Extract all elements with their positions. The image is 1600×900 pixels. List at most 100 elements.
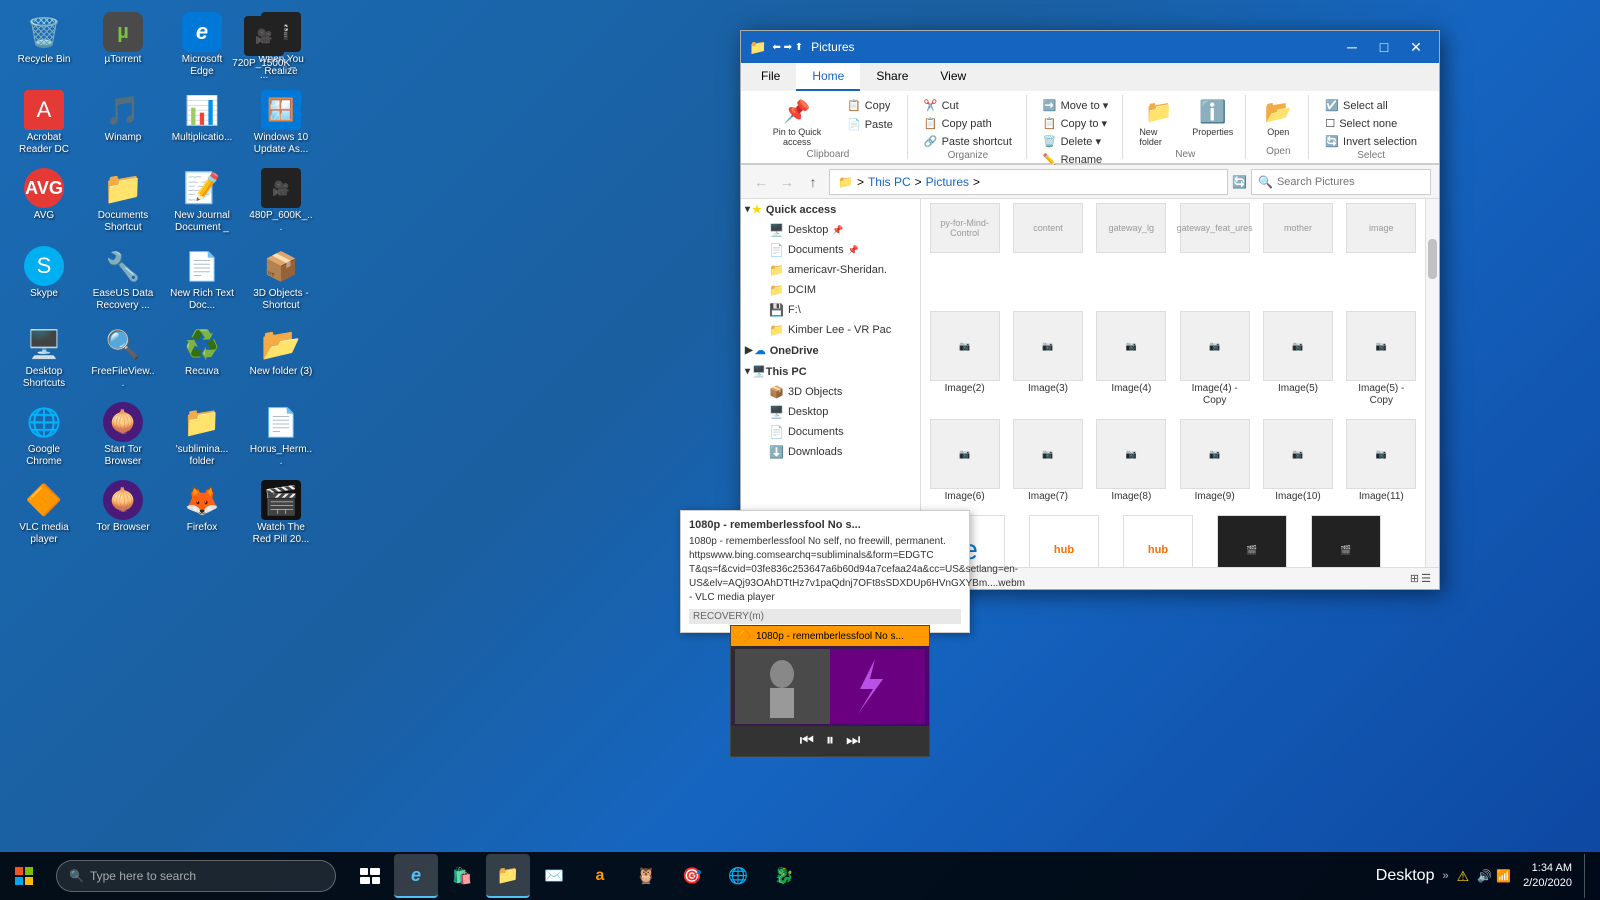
paste-button[interactable]: 📄 Paste [841,116,899,133]
desktop-icon-winamp[interactable]: 🎵 Winamp [87,86,159,160]
desktop-icon-easeus[interactable]: 🔧 EaseUS Data Recovery ... [87,242,159,316]
desktop-icon-firefox[interactable]: 🦊 Firefox [166,476,238,550]
desktop-icon-watch-red-pill[interactable]: 🎬 Watch The Red Pill 20... [245,476,317,550]
file-item-modelhub[interactable]: hub modelhub_logo_1 [1113,511,1203,567]
file-item-modelhub-copy[interactable]: hub modelhub_logo_1 - Copy [1019,511,1109,567]
nav-documents-pc[interactable]: 📄 Documents [741,422,920,442]
invert-selection-button[interactable]: 🔄 Invert selection [1319,133,1423,150]
file-item-partial4[interactable]: gateway_feat_ures [1175,203,1254,303]
desktop-icon-vlc[interactable]: 🔶 VLC media player [8,476,80,550]
taskbar-amazon[interactable]: a [578,854,622,898]
desktop-icon-documents-shortcut[interactable]: 📁 Documents Shortcut [87,164,159,238]
volume-icon[interactable]: 🔊 [1477,869,1492,883]
vlc-play-pause-button[interactable]: ⏸ [826,732,834,750]
file-item-partial6[interactable]: image [1342,203,1421,303]
vertical-scrollbar[interactable] [1425,199,1439,567]
copy-to-button[interactable]: 📋 Copy to ▾ [1037,115,1113,132]
file-item-img9[interactable]: 📷 Image(9) [1175,415,1254,507]
copy-path-button[interactable]: 📋 Copy path [918,115,998,132]
maximize-button[interactable]: □ [1369,37,1399,57]
file-item-img4-copy[interactable]: 📷 Image(4) - Copy [1175,307,1254,411]
desktop-icon-new-journal[interactable]: 📝 New Journal Document _ [166,164,238,238]
file-item-img10[interactable]: 📷 Image(10) [1258,415,1337,507]
file-item-img3[interactable]: 📷 Image(3) [1008,307,1087,411]
desktop-icon-utorrent[interactable]: µ µTorrent [87,8,159,82]
paste-shortcut-button[interactable]: 🔗 Paste shortcut [918,133,1018,150]
nav-desktop-pc[interactable]: 🖥️ Desktop [741,402,920,422]
file-item-img7[interactable]: 📷 Image(7) [1008,415,1087,507]
taskbar-search-box[interactable]: 🔍 [56,860,336,892]
copy-button[interactable]: 📋 Copy [841,97,899,114]
taskbar-app1[interactable]: 🎯 [670,854,714,898]
nav-desktop[interactable]: 🖥️ Desktop 📌 [741,220,920,240]
taskbar-app2[interactable]: 🌐 [716,854,760,898]
properties-button[interactable]: ℹ️ Properties [1188,97,1237,139]
file-item-img5-copy[interactable]: 📷 Image(5) - Copy [1342,307,1421,411]
file-item-partial3[interactable]: gateway_lg [1092,203,1171,303]
file-item-partial2[interactable]: content [1008,203,1087,303]
tab-file[interactable]: File [745,63,796,91]
task-view-button[interactable] [348,854,392,898]
nav-kimber-lee[interactable]: 📁 Kimber Lee - VR Pac [741,320,920,340]
file-item-img8[interactable]: 📷 Image(8) [1092,415,1171,507]
nav-americavr[interactable]: 📁 americavr-Sheridan. [741,260,920,280]
move-to-button[interactable]: ➡️ Move to ▾ [1037,97,1114,114]
desktop-icon-recycle-bin[interactable]: 🗑️ Recycle Bin [8,8,80,82]
taskbar-store[interactable]: 🛍️ [440,854,484,898]
notification-icon[interactable]: ⚠ [1457,868,1470,885]
taskbar-time[interactable]: 1:34 AM 2/20/2020 [1515,861,1580,892]
tab-view[interactable]: View [924,63,982,91]
file-item-img5[interactable]: 📷 Image(5) [1258,307,1337,411]
taskbar-explorer[interactable]: 📁 [486,854,530,898]
file-item-img6[interactable]: 📷 Image(6) [925,415,1004,507]
onedrive-header[interactable]: ▶ ☁ OneDrive [741,340,920,361]
nav-3d-objects[interactable]: 📦 3D Objects [741,382,920,402]
tab-share[interactable]: Share [860,63,924,91]
desktop-icon-recuva[interactable]: ♻️ Recuva [166,320,238,394]
select-all-button[interactable]: ☑️ Select all [1319,97,1393,114]
minimize-button[interactable]: ─ [1337,37,1367,57]
quick-access-header[interactable]: ▾ ★ Quick access [741,199,920,220]
desktop-icon-new-folder[interactable]: 📂 New folder (3) [245,320,317,394]
desktop-icon-chrome[interactable]: 🌐 Google Chrome [8,398,80,472]
desktop-icon-horus[interactable]: 📄 Horus_Herm... [245,398,317,472]
nav-dcim[interactable]: 📁 DCIM [741,280,920,300]
desktop-icon-freefileview[interactable]: 🔍 FreeFileView... [87,320,159,394]
taskbar-tripadvisor[interactable]: 🦉 [624,854,668,898]
vlc-prev-button[interactable]: ⏮ [800,732,814,750]
network-icon[interactable]: 📶 [1496,869,1511,883]
breadcrumb-this-pc[interactable]: This PC [868,175,911,189]
desktop-icon-acrobat[interactable]: A Acrobat Reader DC [8,86,80,160]
list-view-button[interactable]: ☰ [1421,572,1431,585]
breadcrumb[interactable]: 📁 > This PC > Pictures > [829,169,1228,195]
vlc-mini-player[interactable]: 🔶 1080p - rememberlessfool No s... ⏮ ⏸ ⏭ [730,625,930,757]
this-pc-header[interactable]: ▾ 🖥️ This PC [741,361,920,382]
file-item-img11[interactable]: 📷 Image(11) [1342,415,1421,507]
desktop-icon-multiplication[interactable]: 📊 Multiplicatio... [166,86,238,160]
search-box[interactable]: 🔍 [1251,169,1431,195]
icon-view-button[interactable]: ⊞ [1410,572,1419,585]
select-none-button[interactable]: ☐ Select none [1319,115,1403,132]
desktop-icon-tor-browser[interactable]: 🧅 Tor Browser [87,476,159,550]
desktop-icon-skype[interactable]: S Skype [8,242,80,316]
start-button[interactable] [0,852,48,900]
forward-button[interactable]: → [775,170,799,194]
desktop-icon-480p[interactable]: 🎥 480P_600K_... [245,164,317,238]
nav-fbackslash[interactable]: 💾 F:\ [741,300,920,320]
file-item-my-movie2[interactable]: 🎬 My Movie2 [1207,511,1297,567]
taskbar-mail[interactable]: ✉️ [532,854,576,898]
vlc-next-button[interactable]: ⏭ [846,732,860,750]
taskbar-edge[interactable]: e [394,854,438,898]
file-item-img2[interactable]: 📷 Image(2) [925,307,1004,411]
refresh-button[interactable]: 🔄 [1232,175,1247,189]
file-item-partial5[interactable]: mother [1258,203,1337,303]
pin-to-quick-access-button[interactable]: 📌 Pin to Quick access [757,97,837,149]
desktop-icon-start-tor[interactable]: 🧅 Start Tor Browser [87,398,159,472]
nav-downloads[interactable]: ⬇️ Downloads [741,442,920,462]
nav-documents[interactable]: 📄 Documents 📌 [741,240,920,260]
open-button[interactable]: 📂 Open [1256,97,1300,139]
file-item-my-movie2-copy[interactable]: 🎬 My_Movie_2 [1301,511,1391,567]
desktop-icon-new-rich-text[interactable]: 📄 New Rich Text Doc... [166,242,238,316]
tab-home[interactable]: Home [796,63,860,91]
delete-button[interactable]: 🗑️ Delete ▾ [1037,133,1107,150]
